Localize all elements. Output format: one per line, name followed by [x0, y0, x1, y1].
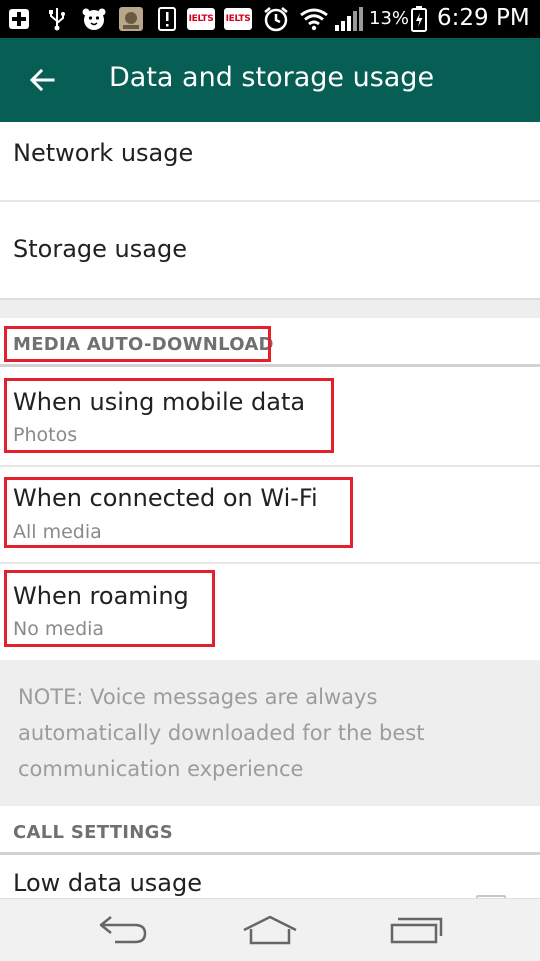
navigation-bar — [0, 898, 540, 961]
ielts-app-icon-2: IELTS — [224, 8, 252, 30]
low-data-usage-label: Low data usage — [13, 869, 202, 897]
call-settings-section-header: CALL SETTINGS — [0, 806, 540, 853]
plus-icon — [6, 6, 32, 32]
network-usage-item[interactable]: Network usage — [0, 122, 540, 200]
voice-note-box: NOTE: Voice messages are always automati… — [0, 660, 540, 806]
low-data-usage-item[interactable]: Low data usage — [0, 855, 540, 898]
nav-home-button[interactable] — [235, 909, 305, 951]
call-settings-header: CALL SETTINGS — [13, 822, 173, 843]
photo-icon — [117, 6, 145, 32]
section-gap — [0, 298, 540, 318]
page-title: Data and storage usage — [109, 62, 435, 93]
alert-icon — [156, 6, 178, 32]
ielts-app-icon: IELTS — [187, 8, 215, 30]
storage-usage-label: Storage usage — [13, 235, 187, 263]
nav-back-icon — [99, 916, 147, 944]
tiger-icon — [80, 6, 108, 32]
battery-percent: 13% — [369, 8, 410, 29]
storage-usage-item[interactable]: Storage usage — [0, 202, 540, 298]
signal-icon — [333, 6, 365, 32]
app-bar: Data and storage usage — [0, 38, 540, 122]
network-usage-label: Network usage — [13, 139, 194, 167]
battery-icon — [409, 6, 429, 32]
clock-time: 6:29 PM — [437, 5, 530, 31]
back-button[interactable] — [22, 60, 62, 100]
highlight-box-roaming — [4, 570, 215, 647]
usb-icon — [44, 6, 70, 32]
highlight-box-header — [4, 326, 271, 362]
wifi-icon — [298, 6, 330, 32]
nav-back-button[interactable] — [88, 909, 158, 951]
status-bar: IELTS IELTS 13% 6:29 PM — [0, 0, 540, 38]
nav-home-icon — [243, 915, 297, 945]
highlight-box-wifi — [4, 477, 353, 548]
highlight-box-mobile — [4, 378, 334, 453]
nav-recents-icon — [390, 917, 443, 944]
voice-note-text: NOTE: Voice messages are always automati… — [18, 685, 425, 781]
back-arrow-icon — [29, 68, 55, 92]
nav-recents-button[interactable] — [381, 909, 451, 951]
alarm-icon — [261, 6, 291, 32]
